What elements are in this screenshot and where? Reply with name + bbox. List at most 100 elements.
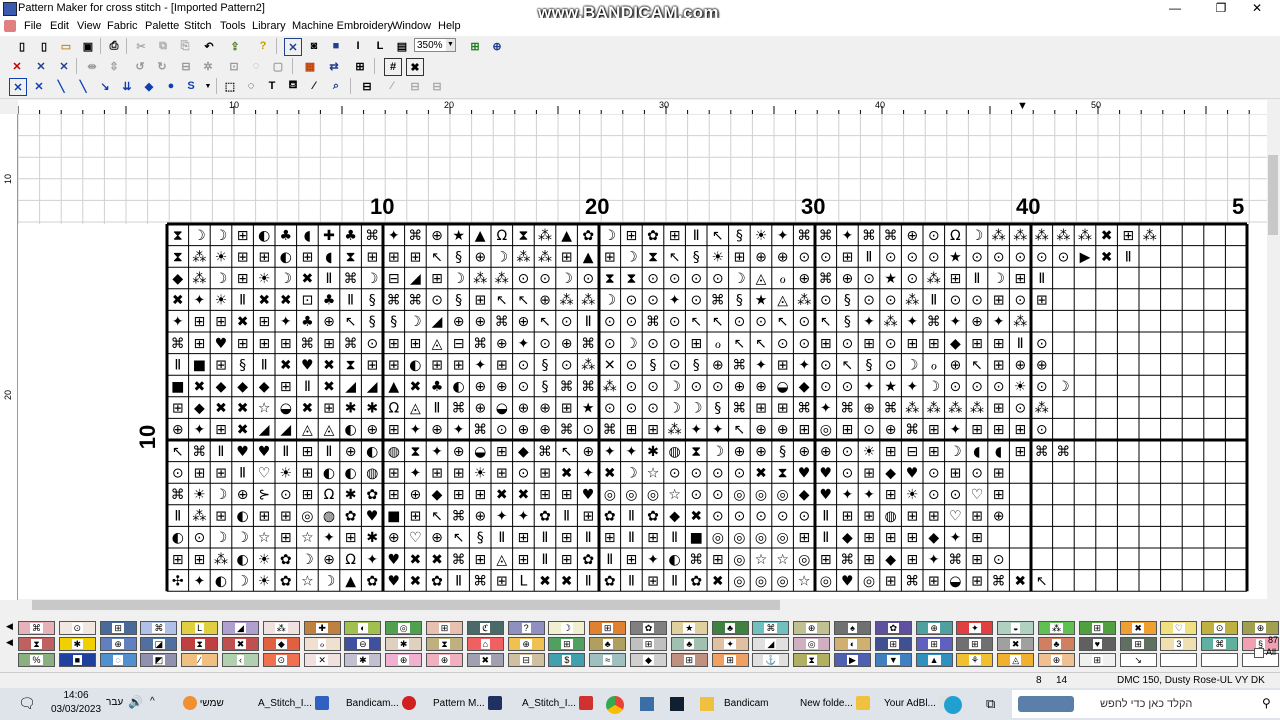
chart-symbol[interactable]: ⊙: [734, 509, 746, 525]
chart-symbol[interactable]: ⊙: [539, 336, 551, 352]
palette-swatch[interactable]: [1201, 653, 1239, 667]
chart-symbol[interactable]: ◎: [755, 487, 767, 503]
chart-symbol[interactable]: ☽: [712, 444, 725, 460]
chart-symbol[interactable]: ◐: [366, 444, 378, 460]
palette-swatch[interactable]: ⊞: [630, 637, 667, 651]
chart-symbol[interactable]: ⊙: [366, 336, 378, 352]
chart-symbol[interactable]: ◐: [280, 249, 292, 265]
chart-symbol[interactable]: ⊙: [431, 293, 443, 309]
chart-symbol[interactable]: Ⅱ: [434, 401, 441, 417]
chart-symbol[interactable]: ♣: [301, 314, 314, 330]
half-stitch-icon[interactable]: ╲: [53, 78, 69, 94]
palette-swatch[interactable]: ⊞: [1078, 653, 1116, 667]
chart-symbol[interactable]: ⁂: [1035, 228, 1049, 244]
chart-symbol[interactable]: ⊞: [518, 530, 530, 546]
chart-symbol[interactable]: ⊙: [777, 336, 789, 352]
pattern-library-icon[interactable]: ⊟: [359, 78, 375, 94]
chart-symbol[interactable]: ☽: [604, 228, 617, 244]
chart-symbol[interactable]: ⊞: [971, 552, 983, 568]
chart-symbol[interactable]: Ⅱ: [693, 228, 700, 244]
flip-vertical-icon[interactable]: ⇳: [106, 58, 122, 74]
chart-symbol[interactable]: ✿: [366, 573, 378, 589]
chart-symbol[interactable]: ⊞: [820, 552, 832, 568]
chart-symbol[interactable]: ✦: [518, 336, 530, 352]
chart-symbol[interactable]: ⊞: [172, 401, 184, 417]
chart-symbol[interactable]: Ⅱ: [1038, 271, 1045, 287]
palette-swatch[interactable]: ◢: [222, 621, 259, 635]
chart-symbol[interactable]: ⌘: [171, 487, 185, 503]
chart-symbol[interactable]: ⊙: [690, 465, 702, 481]
chart-symbol[interactable]: ⊙: [604, 336, 616, 352]
chart-symbol[interactable]: ✿: [604, 573, 616, 589]
chart-symbol[interactable]: ⊕: [755, 444, 767, 460]
chart-symbol[interactable]: ⊕: [971, 314, 983, 330]
taskbar-item[interactable]: A_Stitch_I...: [258, 694, 329, 714]
disabled-tool-icon[interactable]: ⁄: [384, 78, 400, 94]
chart-symbol[interactable]: ◎: [733, 573, 745, 589]
rotate-left-icon[interactable]: ↺: [132, 58, 148, 74]
palette-swatch[interactable]: ♣: [589, 637, 627, 651]
chart-symbol[interactable]: ♥: [906, 465, 919, 481]
long-stitch-icon[interactable]: ⇊: [119, 78, 135, 94]
chart-symbol[interactable]: ⊞: [258, 509, 270, 525]
chart-symbol[interactable]: ⊞: [539, 487, 551, 503]
chart-symbol[interactable]: ✦: [755, 357, 767, 373]
chart-symbol[interactable]: ⊞: [280, 379, 292, 395]
edge-icon[interactable]: [944, 696, 962, 714]
chart-symbol[interactable]: §: [542, 357, 549, 373]
chart-symbol[interactable]: ⊙: [626, 314, 638, 330]
palette-swatch[interactable]: ↘: [1119, 653, 1157, 667]
chart-symbol[interactable]: ⊞: [215, 422, 227, 438]
chart-symbol[interactable]: ✦: [798, 357, 810, 373]
chart-symbol[interactable]: ✱: [345, 401, 357, 417]
chart-symbol[interactable]: ⊙: [539, 271, 551, 287]
specialty-stitch-icon[interactable]: S: [183, 78, 199, 94]
chart-symbol[interactable]: ☀: [258, 552, 271, 568]
chart-symbol[interactable]: ⊞: [1036, 293, 1048, 309]
app-icon[interactable]: [670, 697, 684, 711]
chart-symbol[interactable]: ⊙: [626, 401, 638, 417]
chart-symbol[interactable]: ◎: [712, 530, 724, 546]
chart-symbol[interactable]: ⧗: [518, 228, 528, 244]
three-quarter-stitch-icon[interactable]: ✕: [31, 78, 47, 94]
chart-symbol[interactable]: ⌘: [452, 509, 466, 525]
chart-symbol[interactable]: ⊕: [950, 357, 962, 373]
chart-symbol[interactable]: ⊞: [258, 249, 270, 265]
taskbar-item[interactable]: New folde...: [800, 694, 870, 714]
palette-swatch[interactable]: %: [18, 653, 55, 667]
chart-symbol[interactable]: ⊟: [453, 336, 465, 352]
chart-symbol[interactable]: ✖: [280, 293, 292, 309]
chart-symbol[interactable]: ☀: [712, 249, 725, 265]
chart-symbol[interactable]: ⊞: [323, 401, 335, 417]
chart-symbol[interactable]: ◖: [973, 444, 980, 460]
chart-symbol[interactable]: Ⅱ: [455, 573, 462, 589]
chart-symbol[interactable]: ☀: [863, 444, 876, 460]
palette-swatch[interactable]: $: [548, 653, 586, 667]
chart-symbol[interactable]: ⁂: [797, 293, 811, 309]
chart-symbol[interactable]: ⊙: [712, 271, 724, 287]
chart-symbol[interactable]: ✦: [194, 293, 206, 309]
chart-symbol[interactable]: ★: [452, 228, 465, 244]
chart-symbol[interactable]: ⊙: [885, 293, 897, 309]
chart-symbol[interactable]: ✖: [1101, 249, 1113, 265]
palette-swatch[interactable]: ⊕: [99, 637, 137, 651]
chart-symbol[interactable]: ✦: [453, 422, 465, 438]
replace-color-icon[interactable]: ⇄: [326, 58, 342, 74]
chart-symbol[interactable]: ℴ: [779, 271, 785, 287]
chart-symbol[interactable]: ⊙: [690, 271, 702, 287]
palette-swatch[interactable]: ⧗: [426, 637, 463, 651]
chart-symbol[interactable]: ✦: [410, 465, 422, 481]
chart-symbol[interactable]: ■: [387, 509, 400, 525]
chart-symbol[interactable]: ⊙: [798, 509, 810, 525]
chart-symbol[interactable]: ✖: [194, 379, 206, 395]
chart-symbol[interactable]: ⊙: [626, 293, 638, 309]
palette-swatch[interactable]: ⊞: [711, 653, 749, 667]
palette-swatch[interactable]: ▲: [915, 653, 953, 667]
taskbar-item[interactable]: A_Stitch_I...: [522, 694, 593, 714]
chart-symbol[interactable]: ⌘: [344, 336, 358, 352]
chart-symbol[interactable]: ★: [755, 293, 768, 309]
chart-symbol[interactable]: ⁂: [214, 552, 228, 568]
palette-swatch[interactable]: ⊞: [589, 621, 627, 635]
chart-symbol[interactable]: ✖: [172, 293, 184, 309]
chart-symbol[interactable]: ⌘: [452, 401, 466, 417]
